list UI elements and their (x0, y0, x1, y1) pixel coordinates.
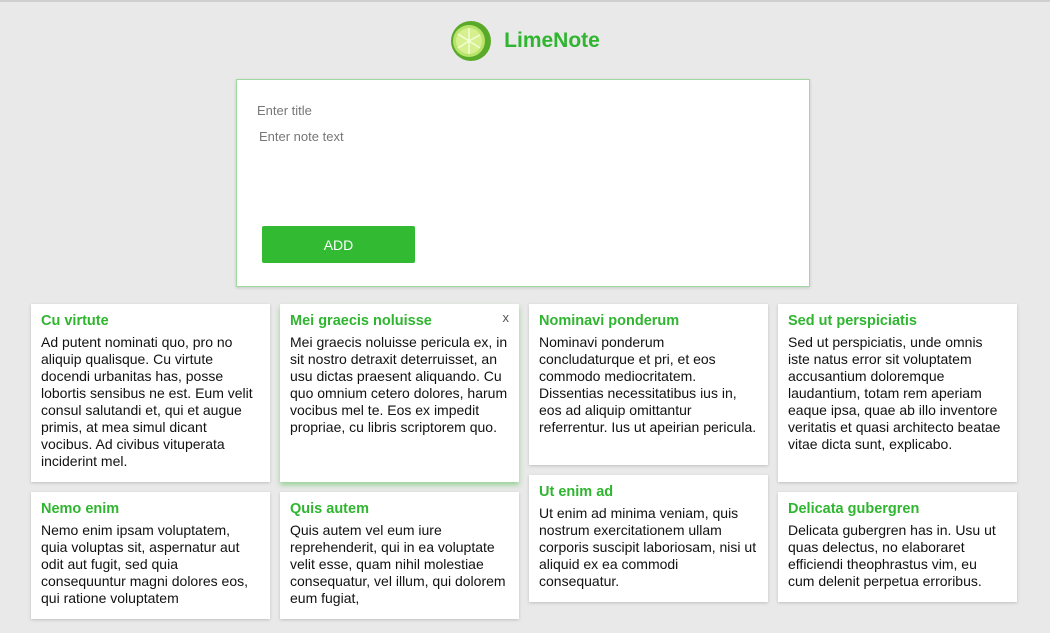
note-card[interactable]: x Mei graecis noluisse Mei graecis nolui… (280, 304, 519, 482)
note-card[interactable]: Nemo enim Nemo enim ipsam voluptatem, qu… (31, 492, 270, 619)
note-card[interactable]: Quis autem Quis autem vel eum iure repre… (280, 492, 519, 619)
note-body: Nemo enim ipsam voluptatem, quia volupta… (41, 522, 249, 606)
app-title: LimeNote (504, 29, 600, 52)
note-body: Nominavi ponderum concludaturque et pri,… (539, 334, 757, 435)
note-title: Nominavi ponderum (539, 313, 680, 329)
note-title: Sed ut perspiciatis (788, 313, 917, 329)
note-body: Ut enim ad minima veniam, quis nostrum e… (539, 505, 757, 589)
note-card[interactable]: Sed ut perspiciatis Sed ut perspiciatis,… (778, 304, 1017, 482)
note-body: Quis autem vel eum iure reprehenderit, q… (290, 522, 506, 606)
lime-icon (451, 21, 492, 61)
note-card[interactable]: Ut enim ad Ut enim ad minima veniam, qui… (529, 475, 768, 602)
note-title: Mei graecis noluisse (290, 313, 432, 329)
note-body: Sed ut perspiciatis, unde omnis iste nat… (788, 334, 1001, 452)
note-title: Ut enim ad (539, 484, 614, 500)
note-body: Mei graecis noluisse pericula ex, in sit… (290, 334, 508, 435)
note-card[interactable]: Delicata gubergren Delicata gubergren ha… (778, 492, 1017, 602)
add-button[interactable]: ADD (262, 226, 415, 263)
close-icon[interactable]: x (503, 310, 510, 325)
top-border (0, 0, 1050, 2)
note-title: Cu virtute (41, 313, 109, 329)
title-input[interactable] (255, 100, 779, 120)
app-header: LimeNote (0, 18, 1050, 64)
note-body: Ad putent nominati quo, pro no aliquip q… (41, 334, 253, 469)
note-title: Quis autem (290, 501, 369, 517)
note-form: ADD (236, 79, 810, 287)
note-card[interactable]: Nominavi ponderum Nominavi ponderum conc… (529, 304, 768, 465)
note-body: Delicata gubergren has in. Usu ut quas d… (788, 522, 996, 589)
note-title: Delicata gubergren (788, 501, 920, 517)
note-card[interactable]: Cu virtute Ad putent nominati quo, pro n… (31, 304, 270, 482)
note-title: Nemo enim (41, 501, 120, 517)
